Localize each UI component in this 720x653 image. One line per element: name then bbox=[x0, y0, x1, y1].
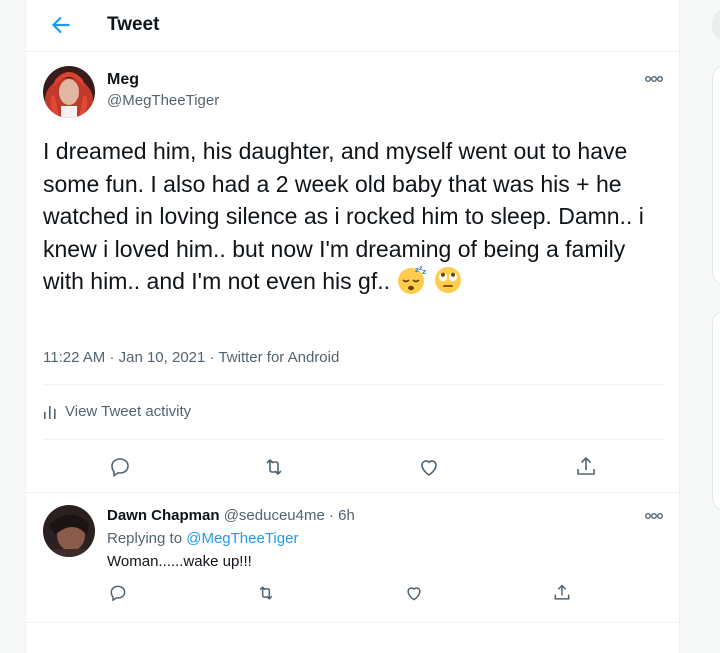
tweet-time[interactable]: 11:22 AM bbox=[43, 349, 105, 366]
reply-author-name[interactable]: Dawn Chapman bbox=[107, 507, 220, 524]
share-icon[interactable] bbox=[574, 455, 598, 479]
reply-author-handle[interactable]: @seduceu4me bbox=[224, 507, 325, 524]
right-sidebar-card bbox=[712, 64, 720, 286]
reply-author-avatar[interactable] bbox=[43, 505, 95, 557]
author-name[interactable]: Meg bbox=[107, 71, 139, 89]
reply-share-icon[interactable] bbox=[552, 583, 572, 603]
analytics-bars-icon bbox=[44, 405, 56, 419]
more-options-icon[interactable] bbox=[643, 72, 665, 86]
meta-separator: · bbox=[209, 349, 215, 366]
reply-like-icon[interactable] bbox=[404, 583, 424, 603]
left-gutter bbox=[0, 0, 25, 653]
sleeping-face-emoji: z z z bbox=[396, 265, 426, 295]
retweet-icon[interactable] bbox=[262, 455, 286, 479]
back-arrow-icon[interactable] bbox=[48, 12, 74, 38]
reply-more-options-icon[interactable] bbox=[643, 509, 665, 523]
tweet-meta: 11:22 AM · Jan 10, 2021 · Twitter for An… bbox=[43, 349, 339, 366]
replying-to-handle-link[interactable]: @MegTheeTiger bbox=[186, 530, 298, 547]
tweet-detail-column: Tweet Meg @MegTheeTiger I dreamed him, h… bbox=[25, 0, 680, 653]
reply-icon[interactable] bbox=[108, 455, 132, 479]
like-icon[interactable] bbox=[417, 455, 441, 479]
tweet-text: I dreamed him, his daughter, and myself … bbox=[43, 135, 668, 298]
author-handle[interactable]: @MegTheeTiger bbox=[107, 92, 219, 109]
divider bbox=[26, 492, 679, 493]
meta-separator: · bbox=[109, 349, 115, 366]
divider bbox=[43, 439, 664, 440]
tweet-body: I dreamed him, his daughter, and myself … bbox=[43, 138, 644, 294]
reply-reply-icon[interactable] bbox=[108, 583, 128, 603]
svg-text:z: z bbox=[422, 268, 426, 276]
reply-time[interactable]: 6h bbox=[338, 507, 355, 524]
view-tweet-activity-label: View Tweet activity bbox=[65, 403, 192, 420]
reply-retweet-icon[interactable] bbox=[256, 583, 276, 603]
reply-header: Dawn Chapman @seduceu4me · 6h bbox=[107, 507, 355, 524]
face-with-rolling-eyes-emoji bbox=[433, 265, 463, 295]
divider bbox=[43, 384, 664, 385]
divider bbox=[26, 622, 679, 623]
right-sidebar-card bbox=[712, 310, 720, 512]
replying-to-prefix: Replying to bbox=[107, 530, 183, 547]
tweet-date[interactable]: Jan 10, 2021 bbox=[119, 349, 206, 366]
author-avatar[interactable] bbox=[43, 66, 95, 118]
page-title: Tweet bbox=[107, 14, 160, 35]
reply-text: Woman......wake up!!! bbox=[107, 553, 252, 570]
reply-separator: · bbox=[328, 507, 334, 524]
page-header: Tweet bbox=[26, 0, 679, 52]
view-tweet-activity-link[interactable]: View Tweet activity bbox=[43, 403, 191, 420]
tweet-source[interactable]: Twitter for Android bbox=[218, 349, 339, 366]
replying-to-line: Replying to @MegTheeTiger bbox=[107, 530, 298, 547]
